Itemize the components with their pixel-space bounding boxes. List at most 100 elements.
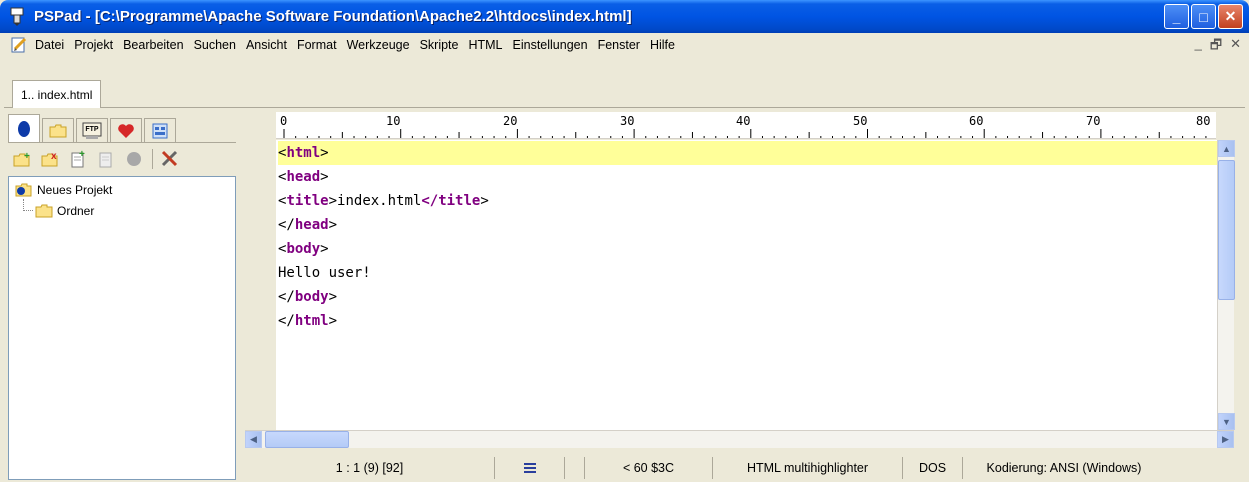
tree-item-label: Ordner <box>57 204 95 218</box>
menu-projekt[interactable]: Projekt <box>69 38 118 52</box>
remove-file-button[interactable] <box>96 149 116 169</box>
minimize-glyph: _ <box>1172 8 1181 25</box>
tag-name: title <box>286 193 329 209</box>
ruler-label: 80 <box>1196 114 1211 128</box>
tools-button[interactable] <box>152 148 180 169</box>
menu-hilfe[interactable]: Hilfe <box>645 38 680 52</box>
tree-root-label: Neues Projekt <box>37 183 113 197</box>
tab-ftp[interactable]: FTP <box>76 118 108 142</box>
tag-bracket: </ <box>421 193 439 209</box>
code-line[interactable]: <html> <box>278 141 1217 165</box>
document-tab-bar: 1.. index.html <box>4 57 1245 108</box>
mdi-close-button[interactable]: ✕ <box>1230 36 1241 58</box>
menu-einstellungen[interactable]: Einstellungen <box>508 38 593 52</box>
ruler-label: 30 <box>620 114 635 128</box>
mdi-minimize-button[interactable]: _ <box>1195 36 1202 58</box>
project-panel: FTP + x + Neues Projekt Ordner <box>8 112 236 480</box>
project-toolbar: + x + <box>8 142 236 174</box>
menu-ansicht[interactable]: Ansicht <box>241 38 292 52</box>
tag-name: head <box>294 217 329 233</box>
tab-label: 1.. index.html <box>21 87 93 102</box>
tag-bracket: > <box>328 289 338 305</box>
pspad-app-icon[interactable] <box>8 7 26 27</box>
code-line[interactable]: Hello user! <box>278 261 1217 285</box>
code-line[interactable]: <title>index.html</title> <box>278 189 1217 213</box>
project-folder-icon <box>15 183 32 197</box>
scroll-up-button[interactable]: ▲ <box>1218 140 1235 157</box>
menu-format[interactable]: Format <box>292 38 342 52</box>
code-line[interactable]: <body> <box>278 237 1217 261</box>
status-position: 1 : 1 (9) [92] <box>245 457 495 479</box>
folder-icon <box>49 124 67 137</box>
tree-root[interactable]: Neues Projekt <box>15 182 112 198</box>
tree-item-ordner[interactable]: Ordner <box>35 204 94 218</box>
document-icon[interactable] <box>10 36 28 54</box>
menu-werkzeuge[interactable]: Werkzeuge <box>342 38 415 52</box>
tag-name: body <box>286 241 321 257</box>
project-icon <box>18 120 30 137</box>
code-text: Hello user! <box>278 265 371 281</box>
tag-name: html <box>294 313 329 329</box>
tab-files[interactable] <box>42 118 74 142</box>
scroll-right-button[interactable]: ▶ <box>1217 431 1234 448</box>
ruler-label: 10 <box>386 114 401 128</box>
ruler-label: 50 <box>853 114 868 128</box>
horizontal-scrollbar[interactable]: ◀ ▶ <box>245 430 1234 448</box>
code-text: index.html <box>337 193 422 209</box>
code-line[interactable]: </head> <box>278 213 1217 237</box>
window-title: PSPad - [C:\Programme\Apache Software Fo… <box>34 8 632 25</box>
status-line-endings[interactable]: DOS <box>903 457 963 479</box>
new-project-button[interactable]: + <box>12 149 32 169</box>
tab-index-html[interactable]: 1.. index.html <box>12 80 102 108</box>
title-bar[interactable]: PSPad - [C:\Programme\Apache Software Fo… <box>0 0 1249 33</box>
clipboard-icon <box>152 123 168 138</box>
horizontal-scroll-thumb[interactable] <box>265 431 349 448</box>
tab-clipboard[interactable] <box>144 118 176 142</box>
heart-icon <box>118 123 134 138</box>
close-button[interactable]: ✕ <box>1218 4 1243 29</box>
ftp-label: FTP <box>85 125 99 133</box>
ruler-label: 40 <box>736 114 751 128</box>
ruler: 0 10 20 30 40 50 60 70 80 <box>276 112 1216 139</box>
svg-text:+: + <box>24 151 30 162</box>
project-tree: Neues Projekt Ordner <box>8 176 236 480</box>
tag-bracket: </ <box>278 217 295 233</box>
remove-file-icon <box>99 152 112 167</box>
vertical-scroll-thumb[interactable] <box>1218 160 1235 300</box>
mdi-restore-button[interactable]: 🗗 <box>1210 36 1222 58</box>
disabled-button[interactable] <box>124 149 144 169</box>
tag-bracket: </ <box>278 289 295 305</box>
add-file-button[interactable]: + <box>68 149 88 169</box>
status-edit-mode[interactable] <box>495 457 565 479</box>
menu-datei[interactable]: Datei <box>30 38 69 52</box>
lines-icon <box>523 463 536 473</box>
menu-suchen[interactable]: Suchen <box>189 38 241 52</box>
tag-bracket: > <box>480 193 489 209</box>
close-project-button[interactable]: x <box>40 149 60 169</box>
ruler-label: 70 <box>1086 114 1101 128</box>
scroll-left-button[interactable]: ◀ <box>245 431 262 448</box>
menu-html[interactable]: HTML <box>463 38 507 52</box>
menu-skripte[interactable]: Skripte <box>415 38 464 52</box>
code-line[interactable]: </html> <box>278 309 1217 333</box>
ruler-label: 60 <box>969 114 984 128</box>
scroll-down-button[interactable]: ▼ <box>1218 413 1235 430</box>
vertical-scrollbar[interactable]: ▲ ▼ <box>1217 140 1235 430</box>
code-editor[interactable]: <html> <head> <title>index.html</title> </h… <box>245 140 1217 430</box>
status-highlighter[interactable]: HTML multihighlighter <box>713 457 903 479</box>
menu-bearbeiten[interactable]: Bearbeiten <box>118 38 188 52</box>
add-file-icon: + <box>71 150 85 167</box>
tab-project[interactable] <box>8 114 40 142</box>
tag-bracket: > <box>328 193 338 209</box>
code-line[interactable]: </body> <box>278 285 1217 309</box>
folder-icon <box>35 204 53 218</box>
menu-fenster[interactable]: Fenster <box>593 38 645 52</box>
menu-bar: Datei Projekt Bearbeiten Suchen Ansicht … <box>4 34 1245 56</box>
panel-tabs: FTP <box>8 112 178 142</box>
code-line[interactable]: <head> <box>278 165 1217 189</box>
status-encoding[interactable]: Kodierung: ANSI (Windows) <box>963 457 1165 479</box>
maximize-button[interactable]: □ <box>1191 4 1216 29</box>
maximize-glyph: □ <box>1199 8 1208 25</box>
tab-favorites[interactable] <box>110 118 142 142</box>
minimize-button[interactable]: _ <box>1164 4 1189 29</box>
